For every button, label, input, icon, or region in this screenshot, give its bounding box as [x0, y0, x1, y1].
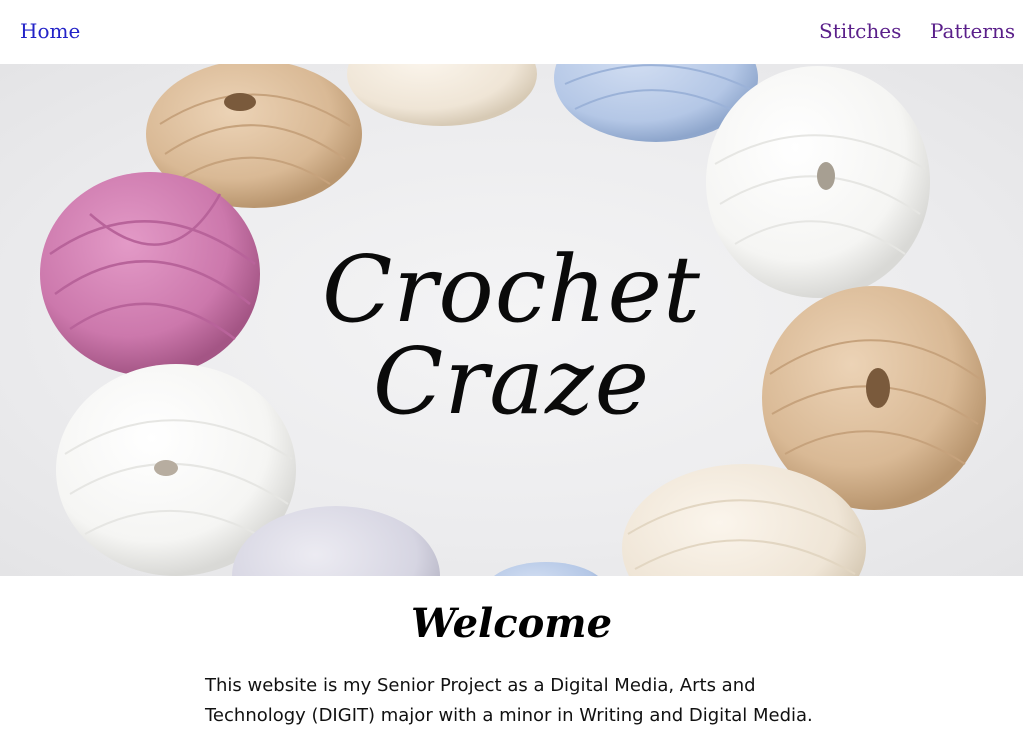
welcome-text-line1: This website is my Senior Project as a D…	[205, 675, 756, 696]
top-navigation: Home Stitches Patterns	[0, 0, 1023, 64]
hero-banner: Crochet Craze	[0, 64, 1023, 576]
hero-title-line2: Craze	[372, 328, 651, 435]
welcome-text-line2: Technology (DIGIT) major with a minor in…	[205, 705, 813, 726]
yarn-ball-blue-bottom	[494, 562, 598, 576]
nav-patterns-link[interactable]: Patterns	[930, 17, 1015, 45]
nav-stitches-link[interactable]: Stitches	[819, 17, 901, 45]
yarn-ball-cream-top	[347, 64, 537, 126]
nav-home-link[interactable]: Home	[20, 17, 80, 45]
welcome-heading: Welcome	[410, 600, 613, 647]
hero-title-line1: Crochet	[322, 236, 701, 343]
welcome-paragraph: This website is my Senior Project as a D…	[205, 671, 845, 731]
